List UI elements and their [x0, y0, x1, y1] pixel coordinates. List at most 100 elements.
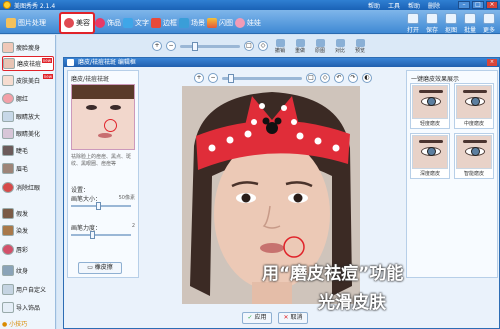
- custom-thumb: [2, 284, 14, 295]
- cutout-icon: [445, 13, 457, 24]
- example-face-image: [71, 84, 135, 150]
- brush-strength-slider[interactable]: [71, 231, 131, 239]
- overlay-caption-line1: 用“磨皮祛痘”功能: [262, 264, 404, 284]
- smooth-skin-dialog: 磨皮/祛痘祛斑 编辑框 × 磨皮/祛痘祛斑 祛除脸上的痘痘、黑点、斑纹、黑眼圈、…: [63, 57, 500, 329]
- wig-thumb: [2, 208, 14, 219]
- sidebar-item-blush[interactable]: 腮红: [2, 91, 54, 106]
- check-icon: ✓: [247, 314, 253, 321]
- eye-beautify-thumb: [2, 128, 14, 139]
- brush-strength-value: 2: [131, 223, 135, 229]
- brush-strength-label: 画笔力度：: [71, 225, 102, 232]
- brush-strength-knob[interactable]: [90, 231, 95, 239]
- dialog-zoom-knob[interactable]: [228, 73, 234, 83]
- cross-icon: ✕: [283, 314, 289, 321]
- frame-icon: [151, 18, 161, 28]
- sidebar-item-hair-dye[interactable]: 染发: [2, 223, 54, 238]
- preset-smart-smooth[interactable]: 智能磨皮: [454, 133, 494, 179]
- sidebar-item-brows[interactable]: 眉毛: [2, 161, 54, 176]
- compare-button[interactable]: 对比: [332, 38, 348, 54]
- preset-panel-title: 一键磨皮效果展示: [411, 76, 460, 83]
- preset-deep-smooth[interactable]: 深度磨皮: [410, 133, 450, 179]
- preview-icon: [355, 38, 365, 47]
- redo-button[interactable]: 重做: [292, 38, 308, 54]
- zoom-slider[interactable]: [180, 41, 240, 51]
- settings-title: 磨皮/祛痘祛斑: [71, 76, 110, 83]
- eraser-icon: ▭: [87, 264, 93, 271]
- image-icon: [6, 18, 16, 28]
- more-button[interactable]: 更多: [478, 13, 500, 34]
- brows-thumb: [2, 163, 14, 174]
- dialog-zoom-slider[interactable]: [222, 73, 302, 83]
- zoom-in-icon[interactable]: +: [152, 41, 162, 51]
- brush-size-knob[interactable]: [96, 202, 101, 210]
- dialog-toolbar: + − □ ◇ ↶ ↷ ◐: [194, 72, 414, 84]
- dialog-icon: [67, 59, 74, 66]
- maximize-button[interactable]: □: [472, 1, 484, 9]
- brush-circle-icon: [104, 119, 117, 132]
- dialog-undo-icon[interactable]: ↶: [334, 73, 344, 83]
- sidebar-item-wig[interactable]: 假发: [2, 206, 54, 221]
- dialog-zoom-out-icon[interactable]: −: [208, 73, 218, 83]
- dialog-redo-icon[interactable]: ↷: [348, 73, 358, 83]
- sidebar-item-whiten[interactable]: 皮肤美白 new: [2, 73, 54, 88]
- preset-light-smooth[interactable]: 轻度磨皮: [410, 83, 450, 129]
- apply-button[interactable]: ✓ 应用: [242, 312, 272, 324]
- minimize-button[interactable]: –: [458, 1, 470, 9]
- tab-beauty[interactable]: 美容: [59, 12, 95, 34]
- dialog-compare-icon[interactable]: ◐: [362, 73, 372, 83]
- sidebar-item-tattoo[interactable]: 纹身: [2, 263, 54, 278]
- heart-icon: [95, 18, 105, 28]
- flash-icon: [207, 18, 217, 28]
- cancel-button[interactable]: ✕ 取消: [278, 312, 308, 324]
- dialog-fit-icon[interactable]: □: [306, 73, 316, 83]
- undo-button[interactable]: 撤销: [272, 38, 288, 54]
- preview-button[interactable]: 预览: [352, 38, 368, 54]
- smooth-skin-thumb: [3, 58, 15, 69]
- dialog-actual-size-icon[interactable]: ◇: [320, 73, 330, 83]
- fit-icon[interactable]: □: [244, 41, 254, 51]
- preset-panel: 一键磨皮效果展示 轻度磨皮 中度磨皮 深度磨皮 智能磨皮: [406, 70, 498, 278]
- sidebar-item-slim-face[interactable]: 瘦脸瘦身: [2, 40, 54, 55]
- dialog-title: 磨皮/祛痘祛斑 编辑框: [78, 59, 136, 66]
- menu-item-help[interactable]: 帮助: [368, 1, 380, 10]
- sidebar-item-eye-enlarge[interactable]: 眼睛放大: [2, 109, 54, 124]
- tab-image-processing[interactable]: 图片处理: [3, 14, 49, 32]
- sidebar-item-import[interactable]: 导入饰品: [2, 300, 54, 315]
- menu-item-delete[interactable]: 删除: [428, 1, 440, 10]
- beauty-sidebar: 瘦脸瘦身 磨皮祛痘 new 皮肤美白 new 腮红 眼睛放大 眼睛美化 睫毛 眉…: [0, 35, 56, 329]
- lashes-thumb: [2, 145, 14, 156]
- app-title: 美图秀秀 2.1.4: [14, 3, 56, 10]
- preset-medium-smooth[interactable]: 中度磨皮: [454, 83, 494, 129]
- sidebar-item-eye-beautify[interactable]: 眼睛美化: [2, 126, 54, 141]
- brush-size-slider[interactable]: [71, 202, 131, 210]
- tip-link[interactable]: ● 小技巧: [2, 319, 27, 328]
- compare-icon: [335, 38, 345, 47]
- sidebar-item-smooth-skin[interactable]: 磨皮祛痘 new: [2, 56, 54, 71]
- sidebar-item-red-eye[interactable]: 消除红眼: [2, 180, 54, 195]
- zoom-out-icon[interactable]: −: [166, 41, 176, 51]
- red-eye-thumb: [2, 182, 14, 193]
- title-bar: 美图秀秀 2.1.4 帮助 工具 帮助 删除 – □ ×: [0, 0, 500, 10]
- dialog-close-button[interactable]: ×: [487, 59, 497, 66]
- slim-face-thumb: [2, 42, 14, 53]
- sidebar-item-lip-gloss[interactable]: 唇彩: [2, 242, 54, 257]
- original-button[interactable]: 原图: [312, 38, 328, 54]
- whiten-thumb: [2, 75, 14, 86]
- eye-enlarge-thumb: [2, 111, 14, 122]
- close-button[interactable]: ×: [486, 1, 498, 9]
- lightbulb-icon: ●: [2, 321, 8, 328]
- sidebar-item-lashes[interactable]: 睫毛: [2, 143, 54, 158]
- zoom-slider-knob[interactable]: [192, 41, 198, 51]
- original-icon: [315, 38, 325, 47]
- open-icon: [407, 13, 419, 24]
- tab-doll[interactable]: 娃娃: [232, 14, 264, 32]
- dialog-zoom-in-icon[interactable]: +: [194, 73, 204, 83]
- text-icon: [123, 18, 133, 28]
- eraser-button[interactable]: ▭ 橡皮擦: [78, 262, 122, 274]
- actual-size-icon[interactable]: ◇: [258, 41, 268, 51]
- new-badge: new: [41, 58, 52, 63]
- menu-item-tools[interactable]: 工具: [388, 1, 400, 10]
- menu-item-help-2[interactable]: 帮助: [408, 1, 420, 10]
- sidebar-item-custom[interactable]: 用户自定义: [2, 282, 54, 297]
- hair-dye-thumb: [2, 225, 14, 236]
